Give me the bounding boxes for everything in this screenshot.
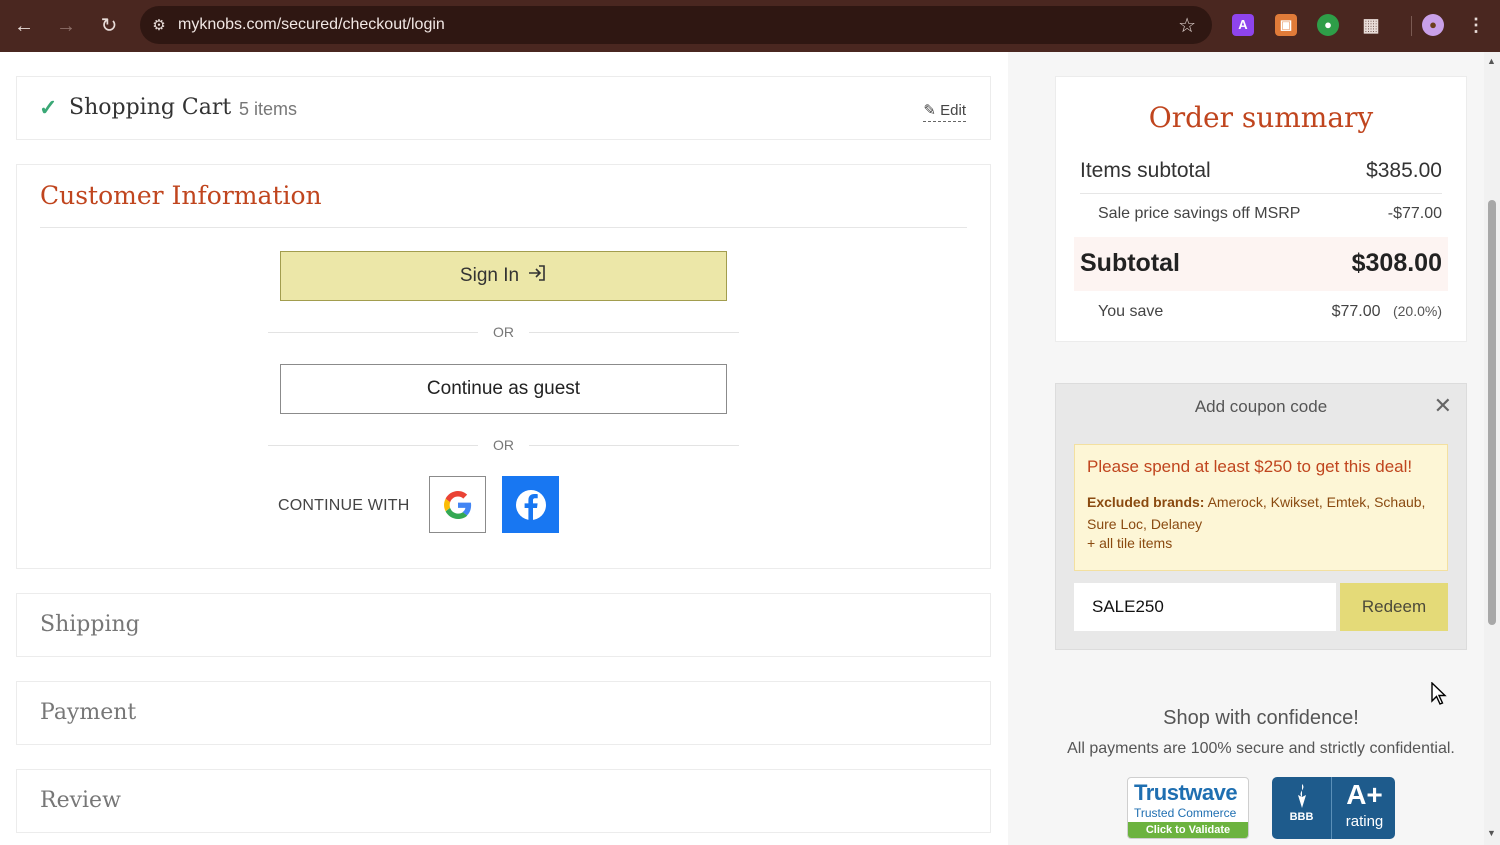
or-label: OR bbox=[493, 437, 514, 453]
extension-office-icon[interactable]: ▣ bbox=[1275, 14, 1297, 36]
items-subtotal-value: $385.00 bbox=[1366, 159, 1442, 182]
you-save-value: $77.00 bbox=[1331, 303, 1381, 320]
profile-avatar[interactable]: ● bbox=[1422, 14, 1444, 36]
edit-cart-label: Edit bbox=[940, 102, 966, 119]
trustwave-name: Trustwave bbox=[1134, 780, 1238, 805]
excluded-brands: Excluded brands: Amerock, Kwikset, Emtek… bbox=[1087, 491, 1435, 535]
facebook-icon bbox=[515, 489, 546, 520]
review-section[interactable]: Review bbox=[16, 769, 991, 833]
you-save-row: You save $77.00 (20.0%) bbox=[1098, 303, 1442, 321]
shop-with-confidence-heading: Shop with confidence! bbox=[1163, 707, 1359, 729]
shopping-cart-section: ✓ Shopping Cart 5 items ✎ Edit bbox=[16, 76, 991, 140]
or-label: OR bbox=[493, 324, 514, 340]
close-icon[interactable]: ✕ bbox=[1434, 393, 1452, 419]
scroll-thumb[interactable] bbox=[1488, 200, 1496, 625]
address-url[interactable]: myknobs.com/secured/checkout/login bbox=[178, 16, 445, 34]
subtotal-label: Subtotal bbox=[1080, 249, 1180, 277]
extensions-puzzle-icon[interactable]: ▦ bbox=[1360, 14, 1382, 36]
redeem-label: Redeem bbox=[1361, 597, 1427, 616]
bbb-grade: A+ bbox=[1346, 779, 1383, 810]
savings-label: Sale price savings off MSRP bbox=[1098, 205, 1301, 222]
bookmark-star-icon[interactable]: ☆ bbox=[1178, 13, 1196, 38]
bbb-badge[interactable]: BBB A+ rating bbox=[1272, 777, 1395, 839]
savings-row: Sale price savings off MSRP -$77.00 bbox=[1098, 205, 1442, 223]
you-save-label: You save bbox=[1098, 303, 1164, 320]
extension-a-icon[interactable]: A bbox=[1232, 14, 1254, 36]
scroll-down-icon[interactable]: ▼ bbox=[1487, 828, 1496, 838]
items-subtotal-row: Items subtotal $385.00 bbox=[1080, 159, 1442, 183]
pencil-icon: ✎ bbox=[923, 102, 936, 119]
bbb-seal: BBB bbox=[1272, 777, 1332, 839]
google-icon bbox=[443, 490, 471, 519]
sign-in-button[interactable]: Sign In bbox=[280, 251, 727, 301]
cart-item-count: 5 items bbox=[239, 99, 298, 119]
page-scrollbar[interactable]: ▲ ▼ bbox=[1484, 52, 1500, 845]
section-divider bbox=[40, 227, 967, 228]
site-info-icon[interactable]: ⚙ bbox=[140, 16, 178, 34]
order-summary: Order summary Items subtotal $385.00 Sal… bbox=[1055, 76, 1467, 342]
back-icon[interactable]: ← bbox=[10, 12, 38, 40]
reload-icon[interactable]: ↻ bbox=[95, 12, 123, 40]
subtotal-value: $308.00 bbox=[1351, 249, 1442, 277]
trustwave-subtitle: Trusted Commerce bbox=[1134, 806, 1237, 820]
continue-as-guest-button[interactable]: Continue as guest bbox=[280, 364, 727, 414]
deal-notice: Please spend at least $250 to get this d… bbox=[1074, 444, 1448, 571]
savings-value: -$77.00 bbox=[1387, 205, 1442, 222]
coupon-header[interactable]: Add coupon code bbox=[1056, 397, 1466, 417]
bbb-label: BBB bbox=[1289, 811, 1314, 823]
excluded-brands-label: Excluded brands: bbox=[1087, 494, 1205, 510]
summary-divider bbox=[1080, 193, 1442, 194]
address-bar[interactable]: ⚙ myknobs.com/secured/checkout/login ☆ bbox=[140, 6, 1212, 44]
toolbar-divider bbox=[1411, 16, 1412, 36]
extension-grammarly-icon[interactable]: ● bbox=[1317, 14, 1339, 36]
sign-in-arrow-icon bbox=[527, 264, 547, 288]
secure-payments-text: All payments are 100% secure and strictl… bbox=[1067, 740, 1455, 757]
items-subtotal-label: Items subtotal bbox=[1080, 159, 1211, 182]
bbb-rating-label: rating bbox=[1345, 813, 1384, 830]
continue-with-label: CONTINUE WITH bbox=[278, 497, 410, 514]
checkmark-icon: ✓ bbox=[39, 95, 58, 120]
deal-message: Please spend at least $250 to get this d… bbox=[1087, 457, 1413, 476]
payment-section[interactable]: Payment bbox=[16, 681, 991, 745]
customer-information-title: Customer Information bbox=[40, 181, 322, 210]
google-login-button[interactable] bbox=[429, 476, 486, 533]
bbb-torch-icon bbox=[1297, 784, 1306, 808]
you-save-percent: (20.0%) bbox=[1392, 303, 1442, 319]
subtotal-row: Subtotal $308.00 bbox=[1080, 249, 1442, 278]
customer-information-section: Customer Information Sign In OR Continue… bbox=[16, 164, 991, 569]
shipping-title: Shipping bbox=[40, 612, 140, 637]
or-divider: OR bbox=[268, 323, 739, 343]
trustwave-validate: Click to Validate bbox=[1128, 822, 1248, 838]
shopping-cart-title: Shopping Cart bbox=[69, 95, 232, 120]
sign-in-label: Sign In bbox=[459, 265, 520, 286]
trustwave-badge[interactable]: Trustwave Trusted Commerce Click to Vali… bbox=[1127, 777, 1249, 839]
mouse-cursor-icon bbox=[1431, 682, 1447, 705]
order-summary-title: Order summary bbox=[1148, 101, 1374, 134]
tile-items-note: + all tile items bbox=[1087, 535, 1173, 551]
facebook-login-button[interactable] bbox=[502, 476, 559, 533]
review-title: Review bbox=[40, 788, 121, 813]
or-divider: OR bbox=[268, 436, 739, 456]
shipping-section[interactable]: Shipping bbox=[16, 593, 991, 657]
continue-as-guest-label: Continue as guest bbox=[426, 378, 581, 399]
scroll-up-icon[interactable]: ▲ bbox=[1487, 56, 1496, 66]
browser-menu-icon[interactable]: ⋮ bbox=[1465, 14, 1487, 36]
checkout-page: ✓ Shopping Cart 5 items ✎ Edit Customer … bbox=[0, 52, 1484, 845]
coupon-panel: Add coupon code ✕ Please spend at least … bbox=[1055, 383, 1467, 650]
browser-toolbar: ← → ↻ ⚙ myknobs.com/secured/checkout/log… bbox=[0, 0, 1500, 52]
coupon-code-input[interactable]: SALE250 bbox=[1074, 583, 1336, 631]
edit-cart-link[interactable]: ✎ Edit bbox=[923, 101, 966, 122]
redeem-button[interactable]: Redeem bbox=[1340, 583, 1448, 631]
forward-icon[interactable]: → bbox=[52, 12, 80, 40]
payment-title: Payment bbox=[40, 700, 137, 725]
